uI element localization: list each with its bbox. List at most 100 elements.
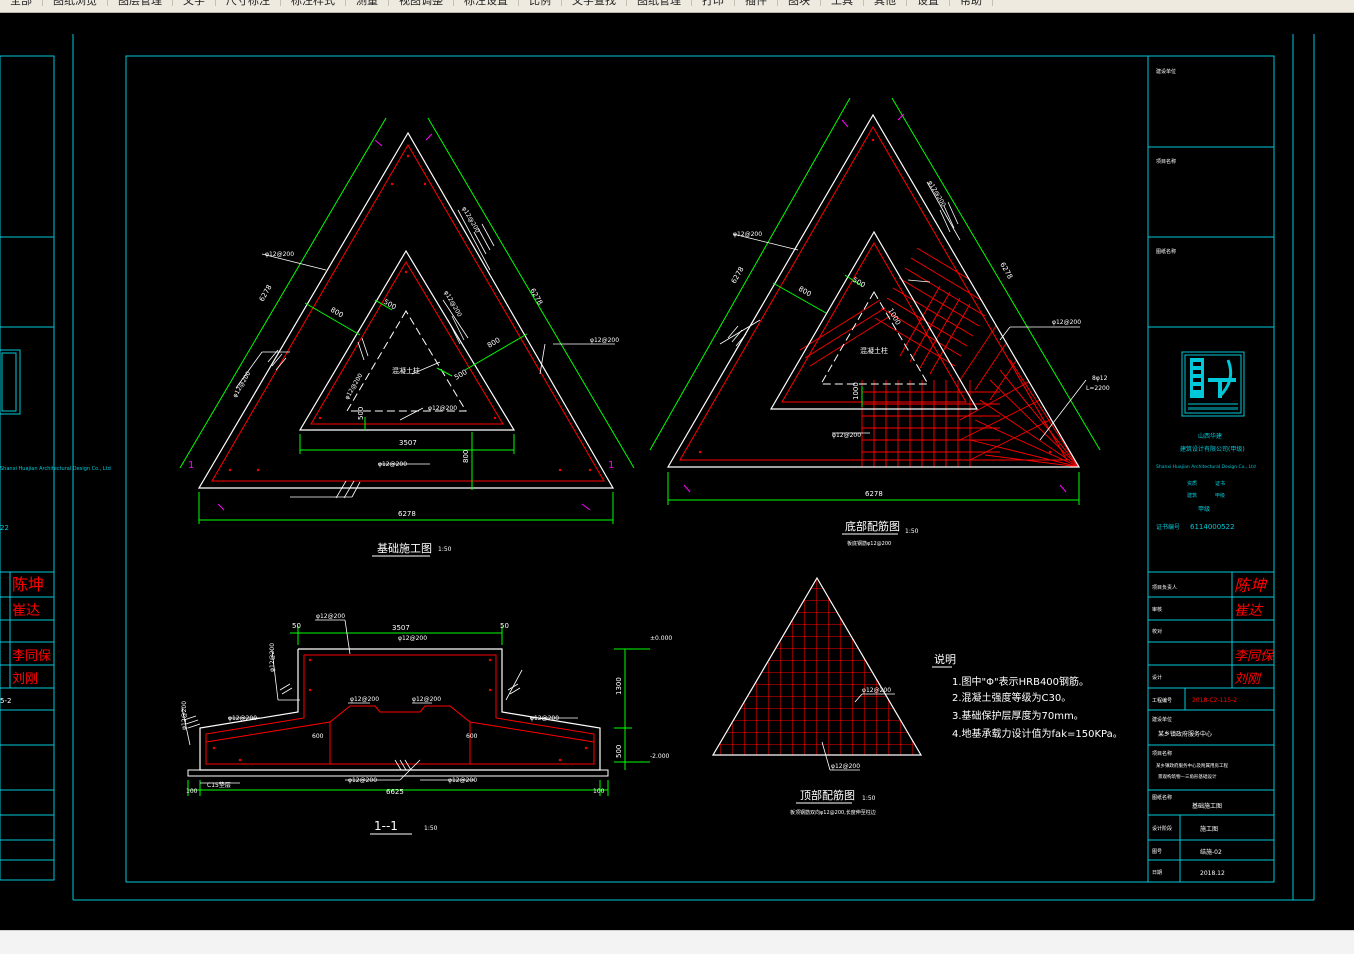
left-sheet-title-block: Shanxi Huajian Architectural Design Co.,…	[0, 349, 111, 705]
bottom-bar-note-1: 8φ12	[1092, 375, 1108, 382]
section-rebar-label-c: φ12@200	[181, 701, 188, 730]
section-title: 1--1	[374, 819, 398, 833]
plan-dim-500-a: 500	[382, 298, 398, 312]
tb-sig-role-1: 项目负责人	[1152, 584, 1177, 591]
menu-item-10[interactable]: 文字查找	[562, 0, 627, 6]
plan-rebar-label-7: φ12@200	[428, 405, 457, 412]
menu-item-5[interactable]: 标注样式	[281, 0, 346, 6]
menu-item-8[interactable]: 标注设置	[454, 0, 519, 6]
menu-item-4[interactable]: 尺寸标注	[216, 0, 281, 6]
section-rebar-label-top: φ12@200	[316, 613, 345, 620]
section-scale: 1:50	[424, 825, 438, 832]
left-sig-2: 崔达	[12, 603, 40, 619]
plan-dim-6278-bottom: 6278	[398, 510, 416, 518]
top-title: 顶部配筋图	[800, 788, 855, 802]
section-rebar-label-e: φ12@200	[350, 696, 379, 703]
menu-item-7[interactable]: 视图调整	[389, 0, 454, 6]
menu-item-14[interactable]: 图块	[778, 0, 821, 6]
plan-dim-800-b: 800	[486, 336, 502, 350]
status-bar	[0, 930, 1354, 954]
top-rebar-label-1: φ12@200	[862, 687, 891, 694]
tb-project-label: 项目名称	[1156, 158, 1176, 165]
menu-item-18[interactable]: 帮助	[950, 0, 993, 6]
tb-owner-label: 建设单位	[1156, 68, 1176, 75]
tb-sheet: 结施-02	[1200, 848, 1222, 856]
bottom-rebar-label-3: φ12@200	[1052, 319, 1081, 326]
tb-company-cn-2: 建筑设计有限公司(甲级)	[1180, 445, 1245, 453]
bottom-column-label: 混凝土柱	[860, 346, 888, 355]
plan-dim-500-c: 500	[357, 407, 365, 420]
bottom-rebar-label-2: φ12@200	[926, 180, 947, 209]
tb-project-line-1: 某乡镇政府服务中心及附属用房工程	[1156, 762, 1228, 769]
tb-drawing-label-2: 图纸名称	[1152, 794, 1172, 801]
menu-item-12[interactable]: 打印	[692, 0, 735, 6]
menu-item-15[interactable]: 工具	[821, 0, 864, 6]
tb-date-label: 日期	[1152, 870, 1162, 876]
tb-cert-e: 甲级	[1198, 505, 1210, 513]
plan-column-label: 混凝土柱	[392, 366, 420, 375]
tb-date: 2018.12	[1200, 870, 1225, 877]
section-dim-600-left: 600	[312, 733, 324, 740]
menu-item-6[interactable]: 测量	[346, 0, 389, 6]
cad-drawing-canvas[interactable]: Shanxi Huajian Architectural Design Co.,…	[0, 33, 1354, 930]
plan-rebar-label-8: φ12@200	[378, 461, 407, 468]
tb-cert-a: 资质	[1187, 480, 1197, 487]
menu-item-2[interactable]: 图层管理	[108, 0, 173, 6]
tb-sheet-label: 图号	[1152, 849, 1162, 855]
plan-section-mark-left: 1	[188, 460, 194, 471]
section-dim-600-right: 600	[466, 733, 478, 740]
left-sig-1: 陈坤	[12, 575, 44, 594]
plan-drawing[interactable]: φ12@200 φ12@200 φ12@200 φ12@200 φ12@200 …	[179, 117, 635, 557]
toolbar-gap	[0, 13, 1354, 33]
plan-dim-6278-right: 6278	[528, 287, 544, 306]
tb-cert-no: 6114000522	[1190, 523, 1235, 531]
section-rebar-label-g: φ12@200	[530, 715, 559, 722]
plan-dim-500-b: 500	[453, 368, 469, 382]
tb-client: 某乡镇政府服务中心	[1158, 730, 1212, 738]
plan-dim-6278-left: 6278	[258, 284, 274, 303]
bottom-dim-6278-right: 6278	[998, 261, 1014, 280]
menu-bar: 全部 图纸浏览 图层管理 文字 尺寸标注 标注样式 测量 视图调整 标注设置 比例 文字查找 图纸管理…	[0, 0, 1354, 13]
menu-items: 全部 图纸浏览 图层管理 文字 尺寸标注 标注样式 测量 视图调整 标注设置 比例 文字查找 图纸管理…	[0, 0, 1354, 12]
menu-item-3[interactable]: 文字	[173, 0, 216, 6]
tb-sig-name-4: 刘刚	[1234, 672, 1262, 687]
tb-sig-name-3: 李同保	[1234, 649, 1275, 664]
tb-company-en: Shanxi Huajian Architectural Design Co.,…	[1156, 464, 1256, 470]
tb-cert-d: 甲级	[1215, 492, 1225, 499]
plan-title: 基础施工图	[377, 542, 432, 555]
tb-project-line-2: 景观构筑物—三角形基础设计	[1158, 773, 1217, 780]
menu-item-11[interactable]: 图纸管理	[627, 0, 692, 6]
plan-rebar-label-5: φ12@200	[590, 337, 619, 344]
tb-cert-b: 证书	[1215, 480, 1225, 487]
tb-client-label: 建设单位	[1152, 716, 1172, 723]
menu-item-9[interactable]: 比例	[519, 0, 562, 6]
bottom-dim-6278-left: 6278	[730, 266, 746, 285]
menu-item-16[interactable]: 其他	[864, 0, 907, 6]
section-dim-50-left: 50	[292, 622, 301, 630]
section-dim-100-right: 100	[593, 788, 605, 795]
section-dim-100-left: 100	[186, 788, 198, 795]
section-rebar-label-h: φ12@200	[348, 777, 377, 784]
left-company-en: Shanxi Huajian Architectural Design Co.,…	[0, 466, 111, 472]
bottom-dim-6278-bottom: 6278	[865, 490, 883, 498]
top-rebar-drawing[interactable]: φ12@200 φ12@200 顶部配筋图 1:50 板顶钢筋双向φ12@200…	[711, 576, 923, 816]
bottom-dim-800: 800	[797, 285, 813, 299]
tb-company-cn-1: 山西华建	[1198, 432, 1222, 440]
section-drawing[interactable]: φ12@200 φ12@200 φ12@200 φ12@200 φ12@200 …	[181, 613, 672, 835]
tb-cert-no-label: 证书编号	[1156, 523, 1180, 531]
tb-sig-name-1: 陈坤	[1234, 576, 1268, 595]
bottom-rebar-label-1: φ12@200	[733, 231, 762, 238]
tb-stage-label: 设计阶段	[1152, 825, 1172, 832]
bottom-rebar-drawing[interactable]: φ12@200 φ12@200 φ12@200 φ12@200 混凝土柱 8φ1…	[649, 97, 1110, 547]
tb-sig-role-4: 设计	[1152, 674, 1162, 681]
left-cert-no: 22	[0, 524, 9, 532]
menu-item-0[interactable]: 全部	[0, 0, 43, 6]
tb-cert-c: 建筑	[1187, 492, 1197, 499]
tb-sig-role-2: 审核	[1152, 606, 1162, 613]
section-cushion: C15垫层	[207, 781, 231, 789]
menu-item-1[interactable]: 图纸浏览	[43, 0, 108, 6]
bottom-dim-500: 500	[851, 276, 867, 290]
section-dim-1300: 1300	[615, 677, 623, 695]
menu-item-13[interactable]: 插件	[735, 0, 778, 6]
menu-item-17[interactable]: 设置	[907, 0, 950, 6]
